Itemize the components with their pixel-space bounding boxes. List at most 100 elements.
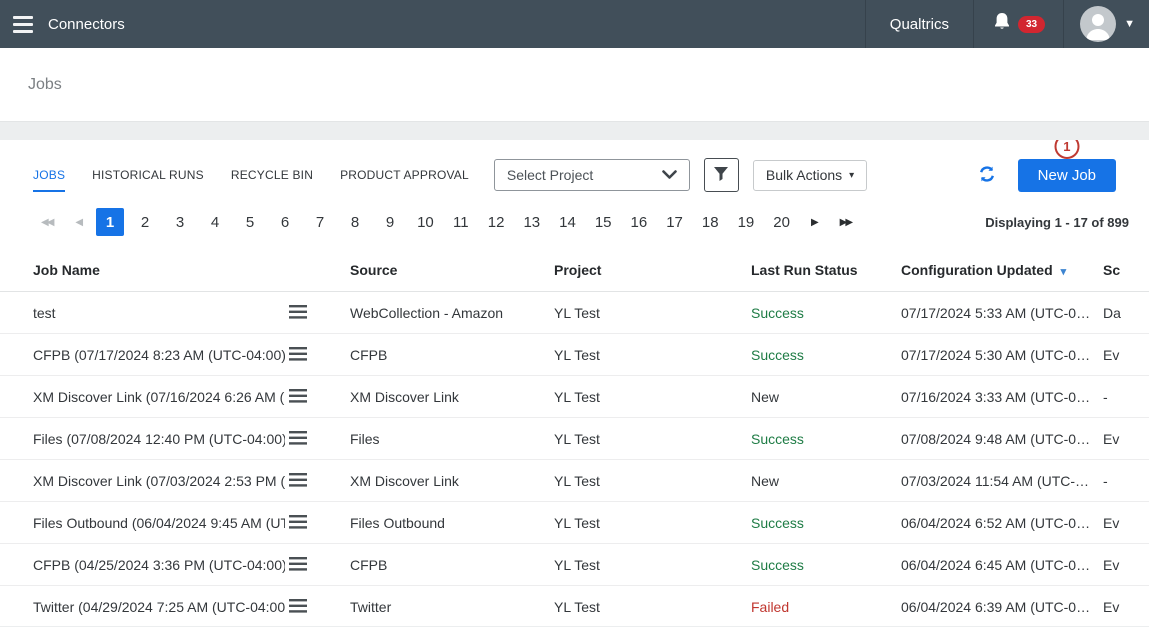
config-updated-cell: 07/03/2024 11:54 AM (UTC-… (901, 460, 1103, 502)
project-cell: YL Test (554, 502, 751, 544)
page-button-15[interactable]: 15 (589, 208, 618, 236)
job-name-cell[interactable]: CFPB (07/17/2024 8:23 AM (UTC-04:00)) (0, 334, 285, 376)
page-button-16[interactable]: 16 (625, 208, 654, 236)
last-page-button[interactable]: ▶▶ (832, 211, 859, 234)
annotation-step-badge: 1 (1054, 140, 1079, 159)
page-button-7[interactable]: 7 (306, 208, 334, 236)
top-navbar: Connectors Qualtrics 33 ▼ (0, 0, 1149, 48)
page-button-3[interactable]: 3 (166, 208, 194, 236)
job-name-cell[interactable]: XM Discover Link (07/16/2024 6:26 AM (U… (0, 376, 285, 418)
config-updated-cell: 07/17/2024 5:33 AM (UTC-0… (901, 292, 1103, 334)
table-row[interactable]: XM Discover Link (07/03/2024 2:53 PM (U…… (0, 460, 1149, 502)
job-name-cell[interactable]: Files Outbound (06/04/2024 9:45 AM (UT… (0, 502, 285, 544)
next-page-button[interactable]: ▶ (803, 211, 825, 234)
page-button-14[interactable]: 14 (553, 208, 582, 236)
schedule-cell: Ev (1103, 544, 1149, 586)
table-row[interactable]: Twitter (04/29/2024 7:25 AM (UTC-04:00))… (0, 586, 1149, 627)
table-row[interactable]: XM Discover Link (07/16/2024 6:26 AM (U…… (0, 376, 1149, 418)
row-menu-icon[interactable] (285, 345, 311, 363)
funnel-icon (712, 165, 730, 186)
page-button-11[interactable]: 11 (447, 208, 475, 236)
project-cell: YL Test (554, 292, 751, 334)
row-actions-cell (285, 418, 350, 460)
navbar-right: Qualtrics 33 ▼ (865, 0, 1149, 48)
bulk-actions-button[interactable]: Bulk Actions ▾ (753, 160, 867, 191)
page-button-2[interactable]: 2 (131, 208, 159, 236)
page-button-12[interactable]: 12 (482, 208, 511, 236)
project-cell: YL Test (554, 544, 751, 586)
tab-historical-runs[interactable]: HISTORICAL RUNS (92, 159, 204, 192)
table-row[interactable]: test WebCollection - Amazon YL Test Succ… (0, 292, 1149, 334)
job-name-cell[interactable]: Files (07/08/2024 12:40 PM (UTC-04:00)) (0, 418, 285, 460)
bulk-actions-label: Bulk Actions (766, 167, 842, 183)
new-job-button[interactable]: New Job (1018, 159, 1116, 192)
notification-count-badge: 33 (1018, 16, 1045, 33)
hamburger-menu-icon[interactable] (0, 0, 46, 48)
page-button-5[interactable]: 5 (236, 208, 264, 236)
prev-page-button[interactable]: ◀ (67, 211, 89, 234)
first-page-button[interactable]: ◀◀ (33, 211, 60, 234)
tab-product-approval[interactable]: PRODUCT APPROVAL (340, 159, 469, 192)
filter-button[interactable] (704, 158, 739, 192)
user-menu-button[interactable]: ▼ (1063, 0, 1149, 48)
col-configuration-updated[interactable]: Configuration Updated▾ (901, 248, 1103, 292)
navbar-left: Connectors (0, 0, 125, 48)
app-title: Connectors (48, 16, 125, 33)
notifications-button[interactable]: 33 (973, 0, 1063, 48)
config-updated-cell: 07/16/2024 3:33 AM (UTC-0… (901, 376, 1103, 418)
tab-recycle-bin[interactable]: RECYCLE BIN (231, 159, 313, 192)
row-menu-icon[interactable] (285, 513, 311, 531)
row-menu-icon[interactable] (285, 429, 311, 447)
job-name-cell[interactable]: Twitter (04/29/2024 7:25 AM (UTC-04:00)) (0, 586, 285, 627)
page-button-8[interactable]: 8 (341, 208, 369, 236)
project-cell: YL Test (554, 334, 751, 376)
row-menu-icon[interactable] (285, 471, 311, 489)
table-row[interactable]: CFPB (04/25/2024 3:36 PM (UTC-04:00)) CF… (0, 544, 1149, 586)
page-button-18[interactable]: 18 (696, 208, 725, 236)
page-button-13[interactable]: 13 (517, 208, 546, 236)
table-row[interactable]: CFPB (07/17/2024 8:23 AM (UTC-04:00)) CF… (0, 334, 1149, 376)
row-menu-icon[interactable] (285, 303, 311, 321)
page-button-4[interactable]: 4 (201, 208, 229, 236)
page-button-10[interactable]: 10 (411, 208, 440, 236)
page-button-17[interactable]: 17 (660, 208, 689, 236)
row-menu-icon[interactable] (285, 555, 311, 573)
project-select[interactable]: Select Project (494, 159, 690, 191)
displaying-summary: Displaying 1 - 17 of 899 (985, 215, 1129, 230)
page-button-1[interactable]: 1 (96, 208, 124, 236)
bell-icon (992, 11, 1012, 38)
col-job-name: Job Name (0, 248, 285, 292)
schedule-cell: Ev (1103, 418, 1149, 460)
page-button-9[interactable]: 9 (376, 208, 404, 236)
source-cell: Twitter (350, 586, 554, 627)
jobs-panel: JOBS HISTORICAL RUNS RECYCLE BIN PRODUCT… (0, 140, 1149, 626)
source-cell: XM Discover Link (350, 376, 554, 418)
table-row[interactable]: Files Outbound (06/04/2024 9:45 AM (UT… … (0, 502, 1149, 544)
tab-jobs[interactable]: JOBS (33, 159, 65, 192)
connectors-app: Connectors Qualtrics 33 ▼ Jobs (0, 0, 1149, 626)
brand-cell[interactable]: Qualtrics (865, 0, 973, 48)
page-button-6[interactable]: 6 (271, 208, 299, 236)
row-actions-cell (285, 544, 350, 586)
row-actions-cell (285, 502, 350, 544)
job-name-cell[interactable]: test (0, 292, 285, 334)
col-source: Source (350, 248, 554, 292)
status-cell: Success (751, 334, 901, 376)
refresh-button[interactable] (978, 165, 996, 186)
table-row[interactable]: Files (07/08/2024 12:40 PM (UTC-04:00)) … (0, 418, 1149, 460)
schedule-cell: Ev (1103, 334, 1149, 376)
job-name-cell[interactable]: XM Discover Link (07/03/2024 2:53 PM (U… (0, 460, 285, 502)
page-button-20[interactable]: 20 (767, 208, 796, 236)
schedule-cell: Ev (1103, 586, 1149, 627)
page-button-19[interactable]: 19 (732, 208, 761, 236)
row-menu-icon[interactable] (285, 387, 311, 405)
jobs-table: Job Name Source Project Last Run Status … (0, 248, 1149, 626)
project-cell: YL Test (554, 460, 751, 502)
sort-desc-icon: ▾ (1061, 266, 1067, 278)
project-select-value: Select Project (507, 167, 593, 183)
col-last-run-status: Last Run Status (751, 248, 901, 292)
job-name-cell[interactable]: CFPB (04/25/2024 3:36 PM (UTC-04:00)) (0, 544, 285, 586)
col-schedule: Sc (1103, 248, 1149, 292)
page-title: Jobs (28, 76, 62, 94)
row-menu-icon[interactable] (285, 597, 311, 615)
